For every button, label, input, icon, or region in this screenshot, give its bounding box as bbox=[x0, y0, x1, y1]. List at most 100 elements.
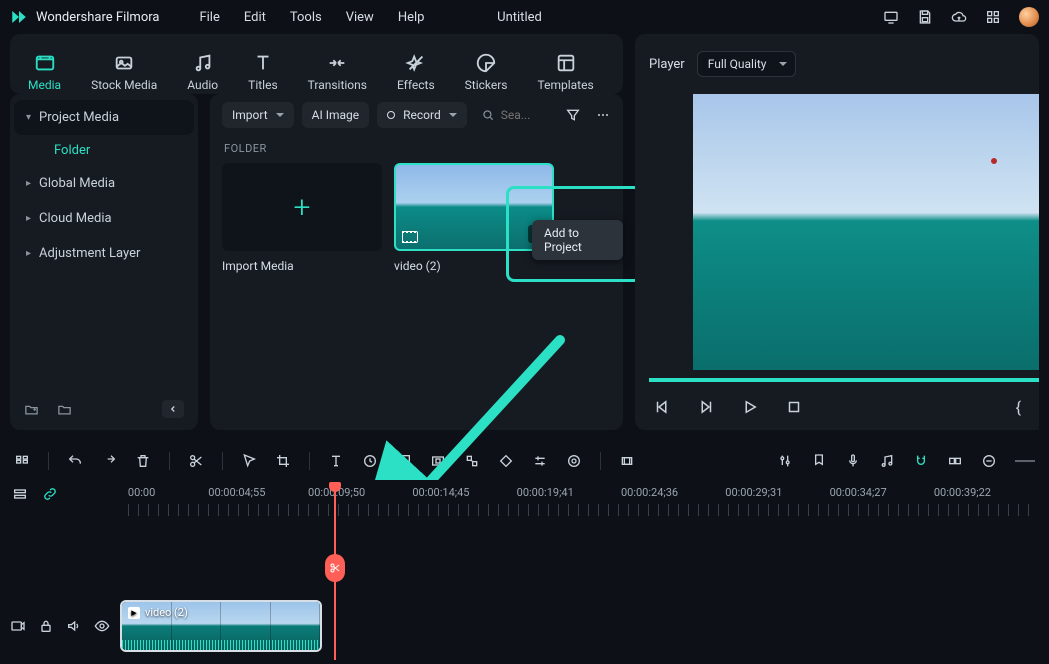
crop-icon[interactable] bbox=[275, 453, 291, 469]
tab-stickers[interactable]: Stickers bbox=[465, 52, 508, 92]
text-tool-icon[interactable] bbox=[328, 453, 344, 469]
scissors-icon bbox=[329, 562, 341, 574]
app-name: Wondershare Filmora bbox=[36, 10, 159, 25]
menu-bar: File Edit Tools View Help bbox=[199, 10, 424, 25]
link-icon[interactable] bbox=[42, 486, 58, 502]
zoom-out-icon[interactable] bbox=[981, 453, 997, 469]
mixer-icon[interactable] bbox=[777, 453, 793, 469]
media-icon bbox=[34, 52, 56, 74]
preview-image bbox=[693, 94, 1039, 370]
speed-icon[interactable] bbox=[362, 453, 378, 469]
tab-stock-media[interactable]: Stock Media bbox=[91, 52, 157, 92]
keyframe-icon[interactable] bbox=[498, 453, 514, 469]
stop-icon[interactable] bbox=[785, 398, 803, 416]
play-icon[interactable] bbox=[741, 398, 759, 416]
tab-effects[interactable]: Effects bbox=[397, 52, 435, 92]
tracks-panel-icon[interactable] bbox=[14, 453, 30, 469]
grid-apps-icon[interactable] bbox=[985, 9, 1001, 25]
menu-edit[interactable]: Edit bbox=[244, 10, 266, 25]
folder-icon[interactable] bbox=[57, 402, 72, 417]
chevron-right-icon: ▸ bbox=[26, 178, 31, 189]
transitions-icon bbox=[326, 52, 348, 74]
chevron-right-icon: ▸ bbox=[26, 248, 31, 259]
frame-forward-icon[interactable] bbox=[697, 398, 715, 416]
tab-transitions[interactable]: Transitions bbox=[308, 52, 367, 92]
ripple-icon[interactable] bbox=[947, 453, 963, 469]
sidebar-item-cloud-media[interactable]: ▸ Cloud Media bbox=[14, 201, 194, 236]
search-icon[interactable] bbox=[481, 108, 495, 122]
tab-templates[interactable]: Templates bbox=[538, 52, 594, 92]
import-media-tile[interactable]: + Import Media bbox=[222, 163, 382, 273]
media-sidebar: ▾ Project Media Folder ▸ Global Media ▸ … bbox=[10, 94, 198, 430]
tab-media[interactable]: Media bbox=[28, 52, 61, 92]
player-panel: { bbox=[635, 94, 1039, 430]
track-visible-icon[interactable] bbox=[94, 618, 110, 634]
media-browser: Import AI Image Record FOLDER + Import M… bbox=[210, 94, 623, 430]
step-back-icon[interactable] bbox=[653, 398, 671, 416]
greenscreen-icon[interactable] bbox=[566, 453, 582, 469]
stickers-icon bbox=[475, 52, 497, 74]
track-lock-icon[interactable] bbox=[38, 618, 54, 634]
clip-play-icon: ▸ bbox=[128, 607, 140, 619]
cut-handle[interactable] bbox=[325, 554, 345, 582]
record-dot-icon bbox=[387, 111, 395, 119]
preview-viewport[interactable]: { bbox=[635, 94, 1039, 430]
detach-icon[interactable] bbox=[464, 453, 480, 469]
media-tile-video-2[interactable]: + video (2) bbox=[394, 163, 554, 273]
record-button[interactable]: Record bbox=[377, 102, 467, 128]
new-folder-icon[interactable] bbox=[24, 402, 39, 417]
audio-sync-icon[interactable] bbox=[879, 453, 895, 469]
marker-icon[interactable] bbox=[811, 453, 827, 469]
menu-view[interactable]: View bbox=[346, 10, 374, 25]
user-avatar[interactable] bbox=[1019, 7, 1039, 27]
track-video-icon[interactable] bbox=[10, 618, 26, 634]
more-icon[interactable] bbox=[595, 107, 611, 123]
module-tabs: Media Stock Media Audio Titles Transitio… bbox=[10, 34, 623, 94]
cloud-upload-icon[interactable] bbox=[951, 9, 967, 25]
sidebar-subitem-folder[interactable]: Folder bbox=[14, 135, 194, 166]
sidebar-collapse-button[interactable] bbox=[162, 400, 184, 418]
delete-icon[interactable] bbox=[135, 453, 151, 469]
effects-icon bbox=[405, 52, 427, 74]
sidebar-item-global-media[interactable]: ▸ Global Media bbox=[14, 166, 194, 201]
adjust-icon[interactable] bbox=[532, 453, 548, 469]
save-icon[interactable] bbox=[917, 9, 933, 25]
menu-help[interactable]: Help bbox=[398, 10, 425, 25]
voiceover-icon[interactable] bbox=[845, 453, 861, 469]
timeline-toolbar bbox=[0, 442, 1049, 480]
freeze-frame-icon[interactable] bbox=[430, 453, 446, 469]
split-icon[interactable] bbox=[188, 453, 204, 469]
sidebar-item-adjustment-layer[interactable]: ▸ Adjustment Layer bbox=[14, 236, 194, 271]
timeline[interactable]: 00:00 00:00:04;55 00:00:09;50 00:00:14;4… bbox=[0, 480, 1049, 660]
timeline-view-icon[interactable] bbox=[12, 486, 28, 502]
search-input[interactable] bbox=[501, 108, 545, 122]
zoom-slider[interactable] bbox=[1015, 460, 1035, 462]
quality-dropdown[interactable]: Full Quality bbox=[697, 51, 796, 77]
sidebar-item-project-media[interactable]: ▾ Project Media bbox=[14, 100, 194, 135]
undo-icon[interactable] bbox=[67, 453, 83, 469]
import-button[interactable]: Import bbox=[222, 102, 294, 128]
menu-tools[interactable]: Tools bbox=[290, 10, 322, 25]
colorboard-icon[interactable] bbox=[396, 453, 412, 469]
filmstrip-icon bbox=[402, 231, 418, 243]
track-mute-icon[interactable] bbox=[66, 618, 82, 634]
cursor-icon[interactable] bbox=[241, 453, 257, 469]
redo-icon[interactable] bbox=[101, 453, 117, 469]
tab-titles[interactable]: Titles bbox=[248, 52, 277, 92]
timeline-ruler[interactable]: 00:00 00:00:04;55 00:00:09;50 00:00:14;4… bbox=[128, 486, 1035, 516]
folder-heading: FOLDER bbox=[224, 142, 611, 155]
chevron-right-icon: ▸ bbox=[26, 213, 31, 224]
timeline-clip-video-2[interactable]: ▸ video (2) bbox=[120, 600, 322, 652]
plus-icon: + bbox=[294, 190, 311, 225]
menu-file[interactable]: File bbox=[199, 10, 219, 25]
device-icon[interactable] bbox=[883, 9, 899, 25]
app-logo-icon bbox=[10, 8, 28, 26]
ai-image-button[interactable]: AI Image bbox=[302, 102, 369, 128]
tab-audio[interactable]: Audio bbox=[187, 52, 218, 92]
add-to-project-tooltip: Add to Project bbox=[532, 220, 623, 260]
render-icon[interactable] bbox=[619, 453, 635, 469]
filter-icon[interactable] bbox=[565, 107, 581, 123]
player-scrub-bar[interactable] bbox=[649, 378, 1039, 382]
magnetic-icon[interactable] bbox=[913, 453, 929, 469]
player-extra-icon[interactable]: { bbox=[1016, 398, 1021, 417]
